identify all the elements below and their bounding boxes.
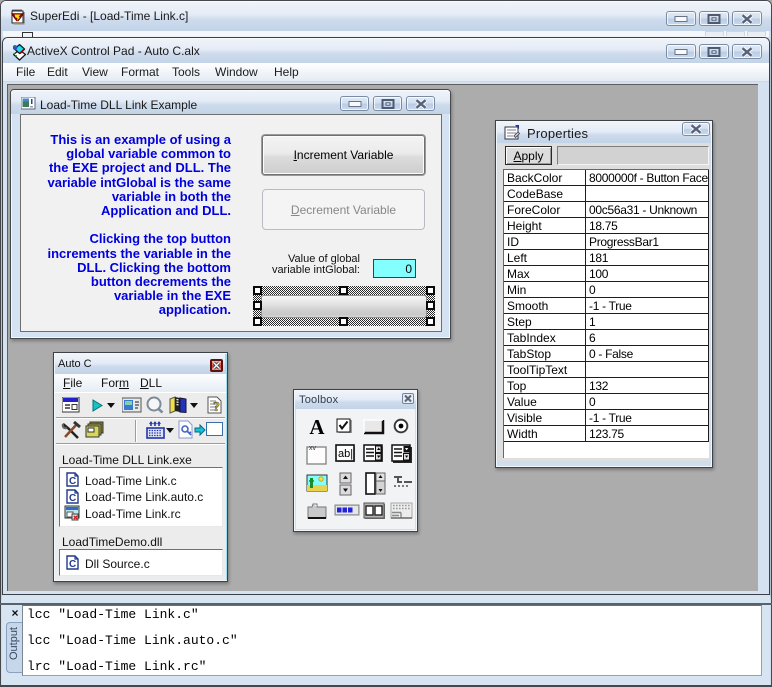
- svg-text:ab|: ab|: [338, 448, 353, 460]
- svg-text:C: C: [69, 493, 76, 504]
- svg-text:C: C: [69, 476, 76, 487]
- svg-text:C: C: [69, 559, 76, 570]
- svg-text:?: ?: [213, 400, 220, 414]
- svg-text:xv: xv: [309, 445, 317, 452]
